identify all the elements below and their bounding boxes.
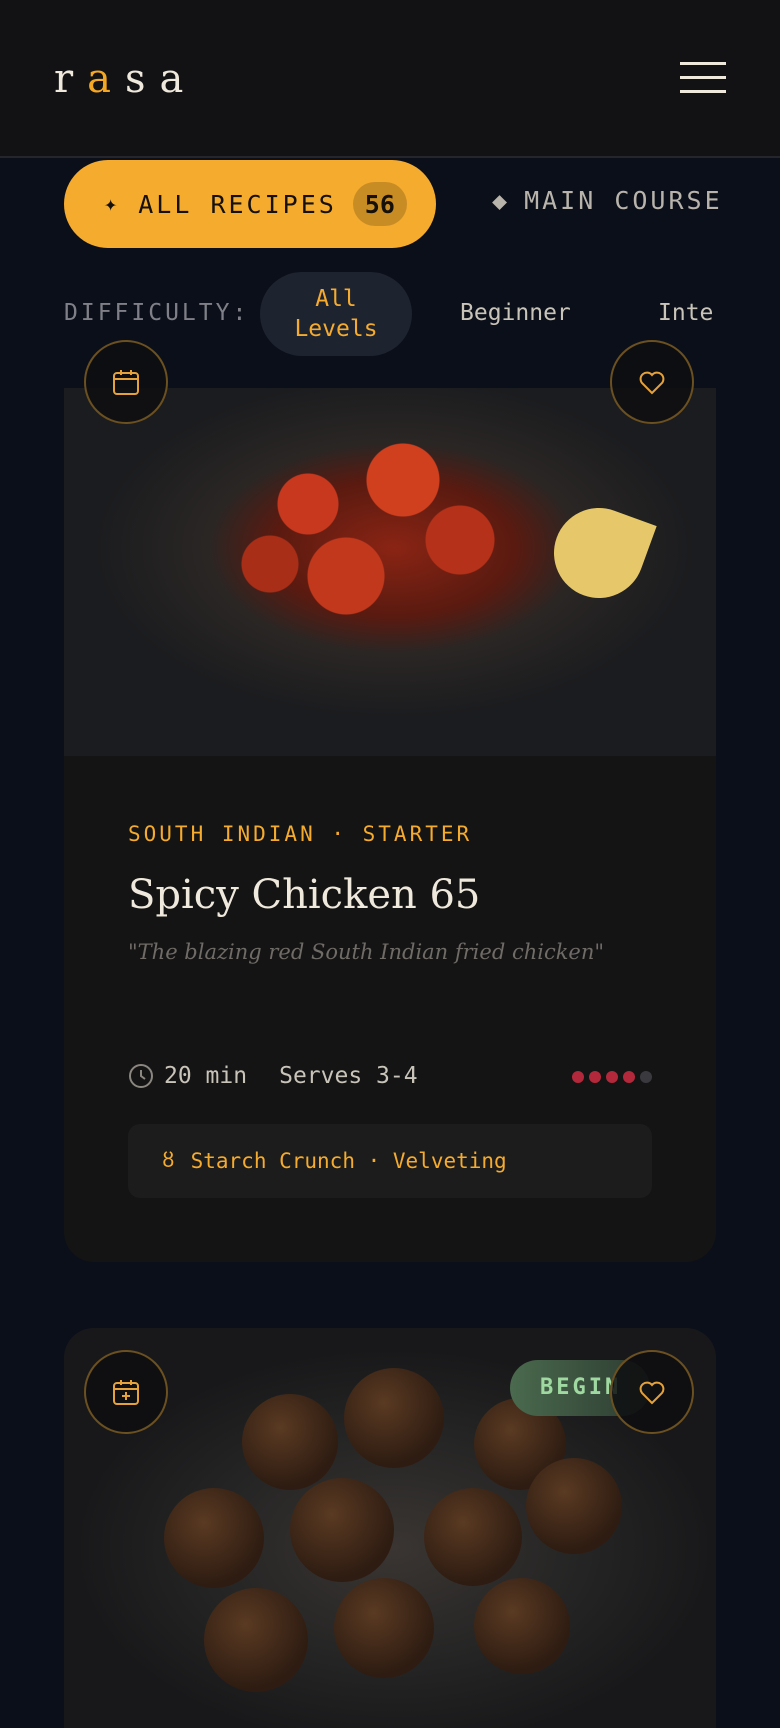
technique-tag: ȣ Starch Crunch · Velveting [128, 1124, 652, 1198]
recipe-image-food [242, 1394, 338, 1490]
spice-dot [606, 1071, 618, 1083]
spice-dot-empty [640, 1071, 652, 1083]
technique-text: Starch Crunch · Velveting [190, 1149, 507, 1173]
recipe-serves: Serves 3-4 [279, 1063, 418, 1089]
difficulty-option-all-levels[interactable]: All Levels [260, 272, 412, 356]
recipe-image-food [290, 1478, 394, 1582]
favorite-button[interactable] [610, 1350, 694, 1434]
hourglass-icon: ȣ [162, 1148, 175, 1172]
recipe-tagline: "The blazing red South Indian fried chic… [128, 940, 605, 964]
recipe-meta: 20 min Serves 3-4 [128, 1058, 652, 1094]
diamond-icon: ◆ [492, 186, 511, 215]
recipe-card-body: SOUTH INDIAN · STARTER Spicy Chicken 65 … [128, 822, 652, 964]
difficulty-option-text: All [315, 286, 357, 312]
recipe-time: 20 min [164, 1063, 248, 1089]
spice-dot [589, 1071, 601, 1083]
hamburger-menu-icon[interactable] [680, 62, 726, 94]
logo-letter: r [54, 56, 88, 102]
spice-level-indicator [572, 1071, 652, 1083]
logo-letter-accent: a [87, 56, 125, 102]
recipe-image-food [204, 1588, 308, 1692]
recipe-count-badge: 56 [352, 182, 407, 226]
recipe-cuisine: SOUTH INDIAN · STARTER [128, 822, 473, 846]
top-header: rasa [0, 0, 780, 158]
recipe-image-food [344, 1368, 444, 1468]
spice-dot [572, 1071, 584, 1083]
recipe-card[interactable]: SOUTH INDIAN · STARTER Spicy Chicken 65 … [64, 388, 716, 1262]
favorite-button[interactable] [610, 340, 694, 424]
recipe-title[interactable]: Spicy Chicken 65 [128, 872, 652, 918]
recipe-image-food [164, 1488, 264, 1588]
recipe-image-food [526, 1458, 622, 1554]
recipe-image-food [424, 1488, 522, 1586]
calendar-icon [113, 370, 139, 395]
heart-icon [639, 1381, 665, 1405]
recipe-image [64, 388, 716, 756]
recipe-image-food [194, 408, 574, 648]
recipe-image-food [474, 1578, 570, 1674]
logo-letter: s [124, 56, 160, 102]
clock-icon [129, 1064, 153, 1088]
difficulty-option-beginner[interactable]: Beginner [460, 300, 571, 326]
logo-letter: a [159, 56, 198, 102]
add-to-calendar-button[interactable] [84, 340, 168, 424]
filter-main-course-label: MAIN COURSE [524, 186, 723, 215]
spice-dot [623, 1071, 635, 1083]
sparkle-icon: ✦ [104, 191, 121, 217]
recipe-image-food [334, 1578, 434, 1678]
heart-icon [639, 371, 665, 395]
brand-logo[interactable]: rasa [54, 56, 197, 102]
difficulty-option-intermediate[interactable]: Inte [658, 300, 713, 326]
filter-main-course-button[interactable]: ◆ MAIN COURSE [492, 186, 723, 215]
filter-all-recipes-button[interactable]: ✦ ALL RECIPES 56 [64, 160, 436, 248]
difficulty-label: DIFFICULTY: [64, 300, 250, 326]
difficulty-option-text: Levels [294, 316, 378, 342]
calendar-icon [113, 1380, 139, 1405]
filter-all-recipes-label: ALL RECIPES [138, 189, 337, 219]
add-to-calendar-button[interactable] [84, 1350, 168, 1434]
